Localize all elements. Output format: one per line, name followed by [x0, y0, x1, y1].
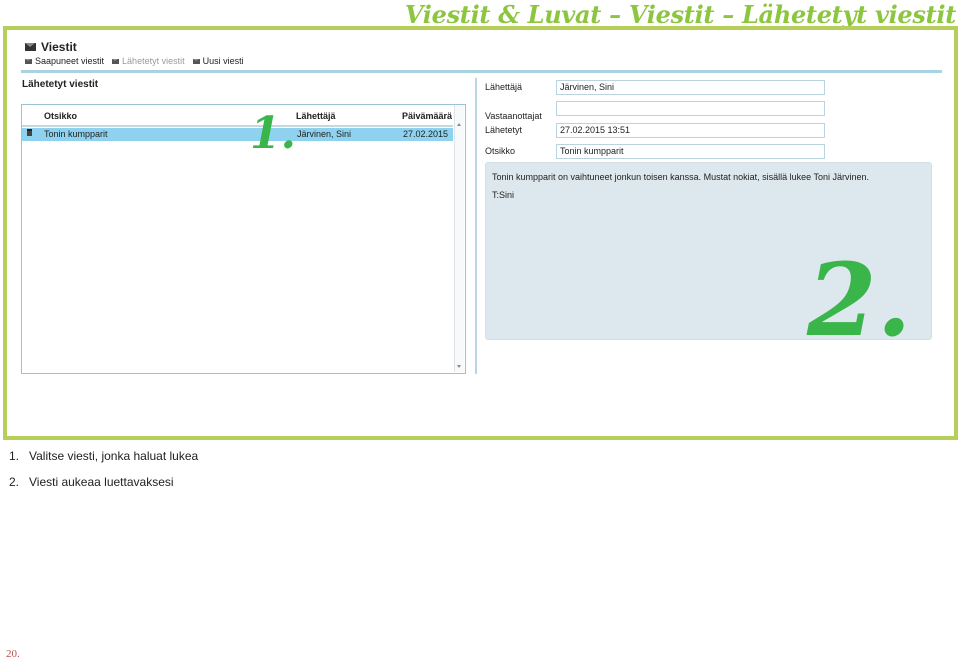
- scroll-up-icon[interactable]: [457, 123, 461, 126]
- message-text: Tonin kumpparit on vaihtuneet jonkun toi…: [492, 172, 870, 182]
- recipients-field: [556, 101, 825, 116]
- sender-field: Järvinen, Sini: [556, 80, 825, 95]
- messages-nav: Saapuneet viestit Lähetetyt viestit Uusi…: [25, 56, 244, 66]
- row-subject: Tonin kumpparit: [44, 129, 108, 139]
- nav-sent[interactable]: Lähetetyt viestit: [112, 56, 185, 66]
- instruction-2-text: Viesti aukeaa luettavaksesi: [29, 475, 174, 489]
- app-title-label: Viestit: [41, 40, 77, 54]
- table-row[interactable]: Tonin kumpparit Järvinen, Sini 27.02.201…: [22, 128, 453, 141]
- scroll-down-icon[interactable]: [457, 365, 461, 368]
- step-marker-2: 2.: [807, 241, 912, 359]
- row-date: 27.02.2015: [403, 129, 449, 139]
- panel-divider: [475, 78, 477, 374]
- instruction-1-number: 1.: [9, 449, 20, 463]
- page-header-title: Viestit & Luvat – Viestit – Lähetetyt vi…: [404, 0, 956, 29]
- nav-inbox-label: Saapuneet viestit: [35, 56, 105, 66]
- message-list: Otsikko Lähettäjä Päivämäärä Tonin kumpp…: [21, 104, 466, 374]
- envelope-icon: [25, 43, 36, 51]
- row-sender: Järvinen, Sini: [297, 129, 352, 139]
- instruction-2-number: 2.: [9, 475, 20, 489]
- label-sent: Lähetetyt: [485, 125, 523, 135]
- nav-sent-label: Lähetetyt viestit: [122, 56, 185, 66]
- section-title: Lähetetyt viestit: [22, 79, 99, 90]
- column-sender[interactable]: Lähettäjä: [296, 111, 336, 121]
- screenshot-frame: Viestit Saapuneet viestit Lähetetyt vies…: [3, 26, 958, 440]
- step-marker-1: 1.: [250, 108, 296, 159]
- app-title: Viestit: [25, 40, 77, 54]
- nav-new-message-label: Uusi viesti: [202, 56, 244, 66]
- nav-inbox[interactable]: Saapuneet viestit: [25, 56, 104, 66]
- column-subject[interactable]: Otsikko: [44, 111, 77, 121]
- label-subject: Otsikko: [485, 146, 516, 156]
- envelope-icon: [192, 58, 200, 64]
- page-number: 20.: [6, 648, 20, 660]
- message-signature: T:Sini: [492, 190, 515, 200]
- instruction-1-text: Valitse viesti, jonka haluat lukea: [29, 449, 199, 463]
- label-sender: Lähettäjä: [485, 82, 523, 92]
- label-recipients: Vastaanottajat: [485, 111, 542, 121]
- column-date[interactable]: Päivämäärä: [402, 111, 452, 121]
- instruction-2: 2. Viesti aukeaa luettavaksesi: [9, 475, 174, 489]
- nav-divider: [21, 70, 942, 73]
- envelope-icon: [112, 58, 120, 64]
- subject-field: Tonin kumpparit: [556, 144, 825, 159]
- sent-date-field: 27.02.2015 13:51: [556, 123, 825, 138]
- nav-new-message[interactable]: Uusi viesti: [192, 56, 244, 66]
- envelope-icon: [25, 58, 32, 64]
- trash-icon[interactable]: [27, 129, 32, 136]
- list-header: Otsikko Lähettäjä Päivämäärä: [22, 105, 453, 127]
- instruction-1: 1. Valitse viesti, jonka haluat lukea: [9, 449, 198, 463]
- list-scrollbar[interactable]: [454, 105, 464, 372]
